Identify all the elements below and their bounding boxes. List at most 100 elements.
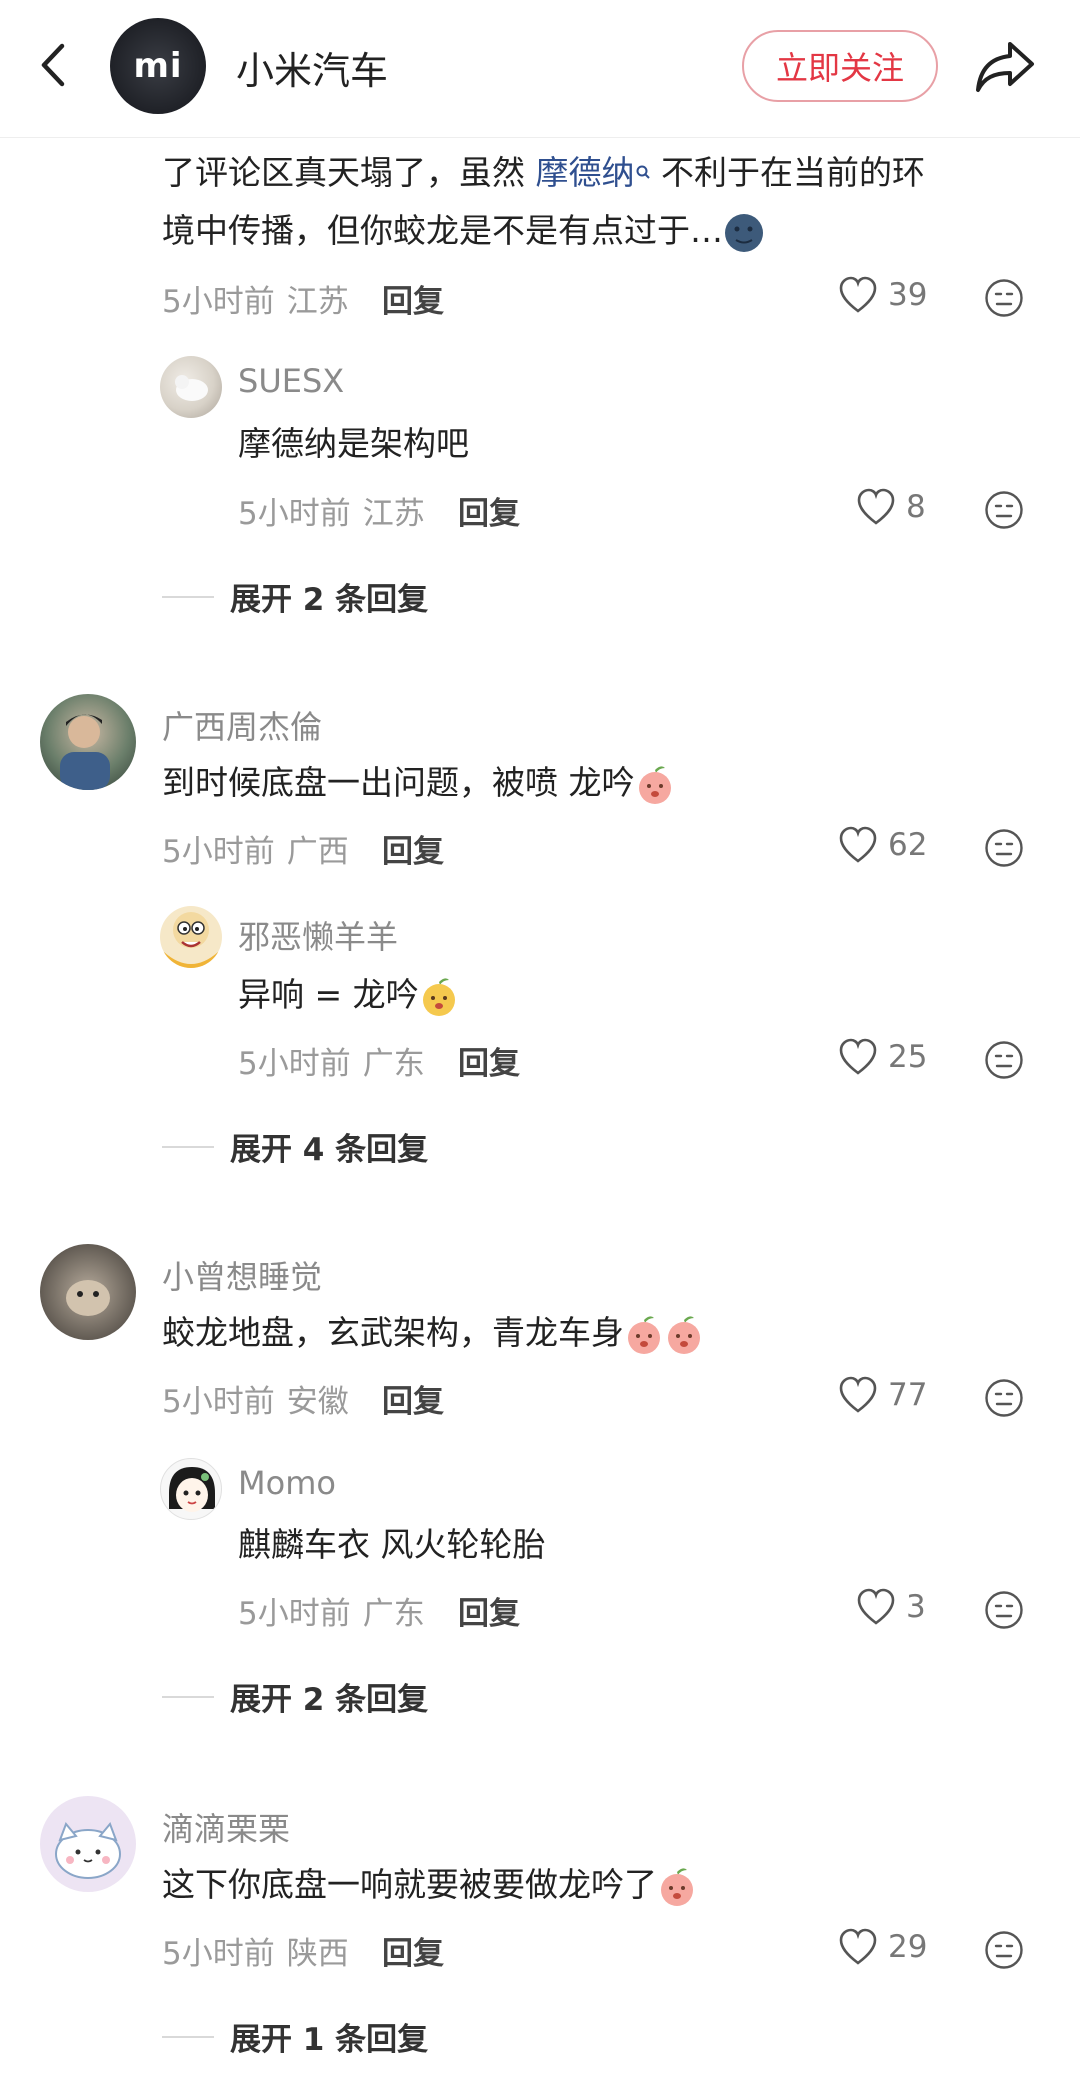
share-icon[interactable] xyxy=(972,36,1038,96)
heart-icon xyxy=(839,826,877,863)
peach-face-emoji xyxy=(668,1315,700,1354)
divider-line xyxy=(162,1695,214,1698)
time: 5小时前 xyxy=(162,284,275,320)
top-bar: mi 小米汽车 立即关注 xyxy=(0,0,1080,138)
like-count: 3 xyxy=(906,1589,926,1625)
expand-replies-button[interactable]: 展开 1 条回复 xyxy=(162,2014,428,2059)
reply-text: 异响 = 龙吟 xyxy=(238,966,459,1024)
like-button[interactable]: 39 xyxy=(838,276,927,314)
like-button[interactable]: 29 xyxy=(838,1928,927,1966)
like-count: 29 xyxy=(888,1929,928,1965)
time: 5小时前 xyxy=(238,1046,351,1082)
expand-replies-button[interactable]: 展开 2 条回复 xyxy=(162,574,428,619)
emoji-reaction-icon[interactable] xyxy=(984,278,1024,318)
location: 江苏 xyxy=(362,496,425,532)
avatar[interactable] xyxy=(40,1796,136,1892)
location: 广西 xyxy=(286,834,349,870)
divider-line xyxy=(162,2035,214,2038)
mi-logo: mi xyxy=(133,46,183,86)
reply-meta: 5小时前 江苏 xyxy=(238,488,425,533)
peach-face-emoji xyxy=(661,1867,693,1906)
peach-face-emoji xyxy=(638,765,671,804)
reply-button[interactable]: 回复 xyxy=(382,1928,444,1973)
comment-text: 这下你底盘一响就要被要做龙吟了 xyxy=(162,1856,697,1914)
emoji-reaction-icon[interactable] xyxy=(984,1590,1024,1630)
time: 5小时前 xyxy=(162,1384,275,1420)
emoji-reaction-icon[interactable] xyxy=(984,1378,1024,1418)
like-button[interactable]: 3 xyxy=(856,1588,926,1626)
commenter-name[interactable]: SUESX xyxy=(238,362,344,400)
commenter-name[interactable]: 滴滴栗栗 xyxy=(162,1804,290,1850)
like-count: 39 xyxy=(888,277,928,313)
account-avatar[interactable]: mi xyxy=(110,18,206,114)
reply-button[interactable]: 回复 xyxy=(382,276,444,321)
time: 5小时前 xyxy=(238,496,351,532)
like-button[interactable]: 25 xyxy=(838,1038,927,1076)
like-count: 62 xyxy=(888,827,928,863)
reply-meta: 5小时前 广东 xyxy=(238,1038,425,1083)
reply-button[interactable]: 回复 xyxy=(382,826,444,871)
divider-line xyxy=(162,595,214,598)
reply-text: 摩德纳是架构吧 xyxy=(238,424,469,463)
expand-replies-button[interactable]: 展开 4 条回复 xyxy=(162,1124,428,1169)
avatar[interactable] xyxy=(40,694,136,790)
expand-label: 展开 1 条回复 xyxy=(230,2022,429,2058)
comment-meta: 5小时前 广西 xyxy=(162,826,349,871)
emoji-reaction-icon[interactable] xyxy=(984,1930,1024,1970)
reply-button[interactable]: 回复 xyxy=(458,488,520,533)
commenter-name[interactable]: 邪恶懒羊羊 xyxy=(238,912,398,958)
like-count: 77 xyxy=(888,1377,928,1413)
heart-icon xyxy=(857,488,895,525)
back-arrow-icon[interactable] xyxy=(34,40,74,90)
expand-replies-button[interactable]: 展开 2 条回复 xyxy=(162,1674,428,1719)
follow-button[interactable]: 立即关注 xyxy=(742,30,938,102)
avatar[interactable] xyxy=(160,1458,222,1520)
chick-face-emoji xyxy=(422,977,455,1016)
peach-face-emoji xyxy=(628,1315,660,1354)
reply-button[interactable]: 回复 xyxy=(458,1038,520,1083)
avatar[interactable] xyxy=(160,906,222,968)
heart-icon xyxy=(839,1928,877,1965)
reply-text: 麒麟车衣 风火轮轮胎 xyxy=(238,1525,546,1564)
like-button[interactable]: 62 xyxy=(838,826,927,864)
keyword-link[interactable]: 摩德纳 xyxy=(536,153,635,192)
heart-icon xyxy=(857,1588,895,1625)
time: 5小时前 xyxy=(238,1596,351,1632)
commenter-name[interactable]: 广西周杰倫 xyxy=(162,702,322,748)
heart-icon xyxy=(839,1038,877,1075)
reply-button[interactable]: 回复 xyxy=(458,1588,520,1633)
time: 5小时前 xyxy=(162,1936,275,1972)
comment-1-text: 了评论区真天塌了，虽然 摩德纳 不利于在当前的环 境中传播，但你蛟龙是不是有点过… xyxy=(162,144,1042,260)
search-icon[interactable] xyxy=(635,164,651,186)
divider-line xyxy=(162,1145,214,1148)
comment-1-meta: 5小时前 江苏 xyxy=(162,276,349,321)
reply-meta: 5小时前 广东 xyxy=(238,1588,425,1633)
avatar[interactable] xyxy=(160,356,222,418)
time: 5小时前 xyxy=(162,834,275,870)
like-count: 25 xyxy=(888,1039,928,1075)
comment-text: 到时候底盘一出问题，被喷 龙吟 xyxy=(162,754,675,812)
location: 陕西 xyxy=(286,1936,349,1972)
moon-face-emoji xyxy=(725,213,763,252)
location: 广东 xyxy=(362,1596,425,1632)
expand-label: 展开 2 条回复 xyxy=(230,1682,429,1718)
commenter-name[interactable]: 小曾想睡觉 xyxy=(162,1252,322,1298)
avatar[interactable] xyxy=(40,1244,136,1340)
like-button[interactable]: 77 xyxy=(838,1376,927,1414)
commenter-name[interactable]: Momo xyxy=(238,1464,336,1502)
emoji-reaction-icon[interactable] xyxy=(984,1040,1024,1080)
expand-label: 展开 2 条回复 xyxy=(230,582,429,618)
account-name[interactable]: 小米汽车 xyxy=(236,40,388,95)
comment-text: 蛟龙地盘，玄武架构，青龙车身 xyxy=(162,1304,704,1362)
heart-icon xyxy=(839,276,877,313)
emoji-reaction-icon[interactable] xyxy=(984,490,1024,530)
comment-meta: 5小时前 陕西 xyxy=(162,1928,349,1973)
location: 江苏 xyxy=(286,284,349,320)
like-count: 8 xyxy=(906,489,926,525)
location: 安徽 xyxy=(286,1384,349,1420)
like-button[interactable]: 8 xyxy=(856,488,926,526)
heart-icon xyxy=(839,1376,877,1413)
reply-button[interactable]: 回复 xyxy=(382,1376,444,1421)
comment-meta: 5小时前 安徽 xyxy=(162,1376,349,1421)
emoji-reaction-icon[interactable] xyxy=(984,828,1024,868)
